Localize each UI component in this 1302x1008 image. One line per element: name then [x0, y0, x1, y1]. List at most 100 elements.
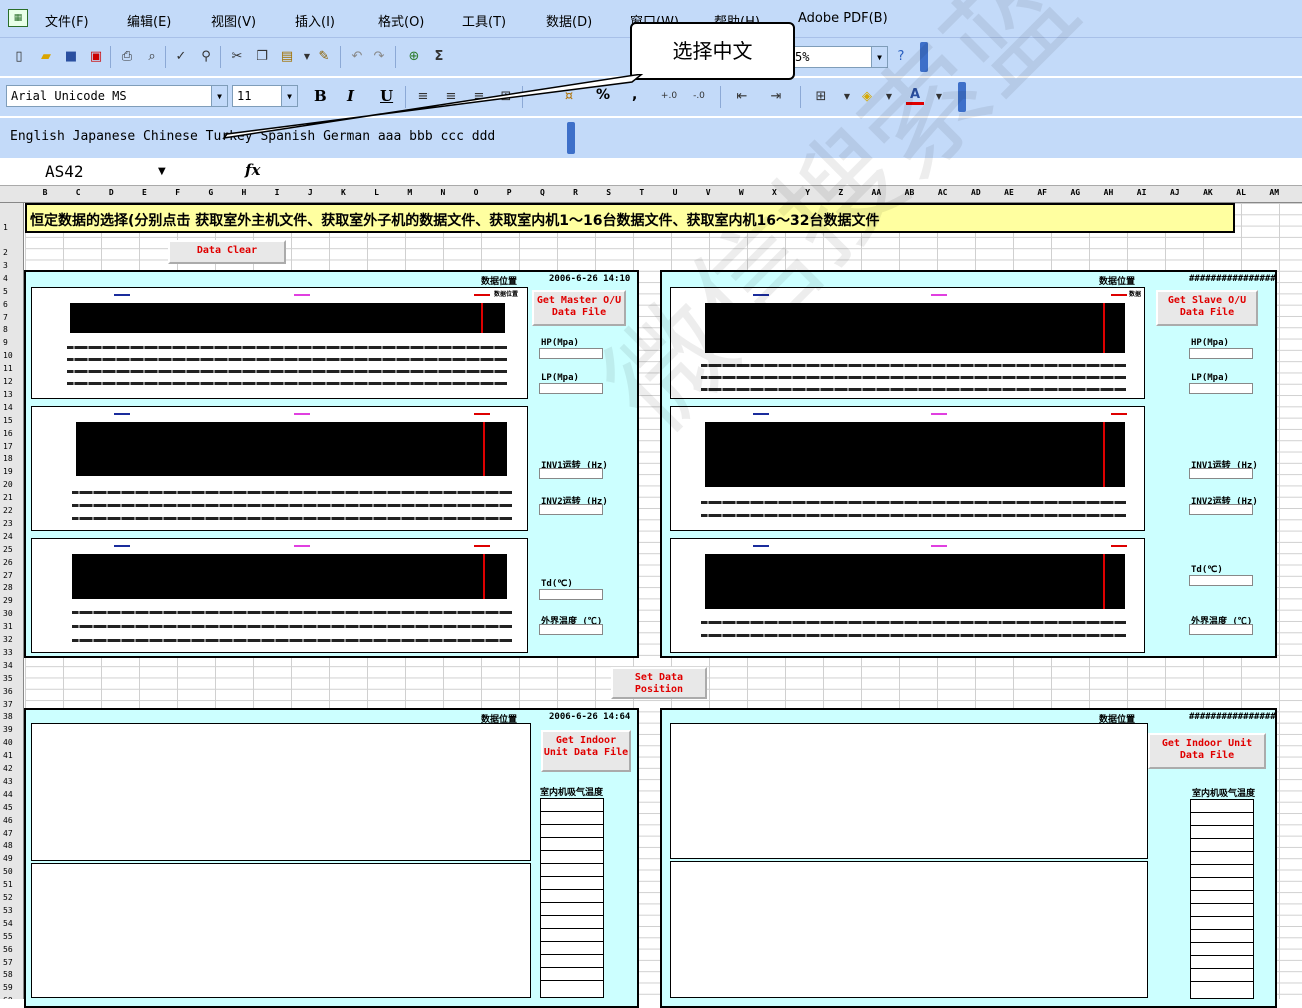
- row-header[interactable]: 51: [3, 880, 13, 889]
- row-header[interactable]: 17: [3, 442, 13, 451]
- row-header[interactable]: 52: [3, 893, 13, 902]
- column-header[interactable]: B: [43, 188, 48, 197]
- data-clear-button[interactable]: Data Clear: [168, 240, 286, 264]
- row-header[interactable]: 32: [3, 635, 13, 644]
- column-header[interactable]: Y: [805, 188, 810, 197]
- row-header[interactable]: 41: [3, 751, 13, 760]
- column-header[interactable]: AK: [1203, 188, 1213, 197]
- column-header[interactable]: G: [208, 188, 213, 197]
- row-header[interactable]: 24: [3, 532, 13, 541]
- font-color-icon[interactable]: A: [906, 87, 924, 105]
- column-header[interactable]: Z: [838, 188, 843, 197]
- row-header[interactable]: 16: [3, 429, 13, 438]
- row-header[interactable]: 20: [3, 480, 13, 489]
- print-preview-icon[interactable]: ⌕: [143, 47, 161, 65]
- new-file-icon[interactable]: ▯: [10, 47, 28, 65]
- column-header[interactable]: C: [76, 188, 81, 197]
- column-header[interactable]: S: [606, 188, 611, 197]
- open-folder-icon[interactable]: ▰: [37, 47, 55, 65]
- row-header[interactable]: 21: [3, 493, 13, 502]
- row-header[interactable]: 44: [3, 790, 13, 799]
- row-header[interactable]: 40: [3, 738, 13, 747]
- research-icon[interactable]: ⚲: [197, 47, 215, 65]
- insert-function-icon[interactable]: fx: [245, 161, 260, 179]
- row-header[interactable]: 54: [3, 919, 13, 928]
- borders-dropdown-icon[interactable]: ▼: [838, 87, 856, 105]
- column-header[interactable]: AI: [1137, 188, 1147, 197]
- row-header[interactable]: 22: [3, 506, 13, 515]
- menu-adobe-pdf[interactable]: Adobe PDF(B): [798, 11, 888, 26]
- menu-format[interactable]: 格式(O): [378, 11, 424, 30]
- column-header[interactable]: AD: [971, 188, 981, 197]
- td-field[interactable]: [1189, 575, 1253, 586]
- get-slave-data-button[interactable]: Get Slave O/U Data File: [1156, 290, 1258, 326]
- row-header[interactable]: 4: [3, 274, 8, 283]
- row-header[interactable]: 14: [3, 403, 13, 412]
- row-header[interactable]: 1: [3, 223, 8, 232]
- row-header[interactable]: 15: [3, 416, 13, 425]
- column-header[interactable]: AJ: [1170, 188, 1180, 197]
- font-name-select[interactable]: Arial Unicode MS ▼: [6, 85, 228, 107]
- column-header[interactable]: O: [474, 188, 479, 197]
- name-box[interactable]: AS42: [45, 162, 84, 181]
- inv2-field[interactable]: [539, 504, 603, 515]
- redo-icon[interactable]: ↷: [370, 47, 388, 65]
- permission-icon[interactable]: ▣: [87, 47, 105, 65]
- row-header[interactable]: 23: [3, 519, 13, 528]
- row-header[interactable]: 35: [3, 674, 13, 683]
- outdoor-temp-field[interactable]: [1189, 624, 1253, 635]
- inv1-field[interactable]: [1189, 468, 1253, 479]
- print-icon[interactable]: ⎙: [118, 47, 136, 65]
- column-header[interactable]: N: [440, 188, 445, 197]
- row-header[interactable]: 18: [3, 454, 13, 463]
- row-header[interactable]: 46: [3, 816, 13, 825]
- copy-icon[interactable]: ❐: [253, 47, 271, 65]
- decrease-indent-icon[interactable]: ⇤: [733, 87, 751, 105]
- column-header[interactable]: AG: [1070, 188, 1080, 197]
- column-header[interactable]: AH: [1104, 188, 1114, 197]
- column-header[interactable]: AF: [1037, 188, 1047, 197]
- column-header[interactable]: J: [308, 188, 313, 197]
- room-temp-list[interactable]: [1190, 799, 1254, 999]
- decrease-decimal-icon[interactable]: -.0: [690, 87, 708, 105]
- save-icon[interactable]: ■: [62, 47, 80, 65]
- row-header[interactable]: 25: [3, 545, 13, 554]
- column-header[interactable]: I: [275, 188, 280, 197]
- chevron-down-icon[interactable]: ▼: [871, 47, 887, 67]
- hyperlink-icon[interactable]: ⊕: [405, 47, 423, 65]
- row-header[interactable]: 19: [3, 467, 13, 476]
- hp-field[interactable]: [1189, 348, 1253, 359]
- column-header[interactable]: AC: [938, 188, 948, 197]
- row-header[interactable]: 58: [3, 970, 13, 979]
- column-header[interactable]: M: [407, 188, 412, 197]
- get-indoor-data-button[interactable]: Get Indoor Unit Data File: [541, 730, 631, 772]
- column-header[interactable]: U: [673, 188, 678, 197]
- row-header[interactable]: 13: [3, 390, 13, 399]
- sheet-title-cell[interactable]: 恒定数据的选择(分别点击 获取室外主机文件、获取室外子机的数据文件、获取室内机1…: [25, 203, 1235, 233]
- inv1-field[interactable]: [539, 468, 603, 479]
- row-header[interactable]: 31: [3, 622, 13, 631]
- row-header[interactable]: 39: [3, 725, 13, 734]
- column-header[interactable]: P: [507, 188, 512, 197]
- row-header[interactable]: 27: [3, 571, 13, 580]
- column-header[interactable]: R: [573, 188, 578, 197]
- inv2-field[interactable]: [1189, 504, 1253, 515]
- zoom-select[interactable]: 5% ▼: [790, 46, 888, 68]
- column-header[interactable]: W: [739, 188, 744, 197]
- column-header[interactable]: H: [242, 188, 247, 197]
- row-header[interactable]: 3: [3, 261, 8, 270]
- column-header[interactable]: L: [374, 188, 379, 197]
- row-header[interactable]: 33: [3, 648, 13, 657]
- row-header[interactable]: 10: [3, 351, 13, 360]
- column-header[interactable]: E: [142, 188, 147, 197]
- get-indoor-data-button[interactable]: Get Indoor Unit Data File: [1148, 733, 1266, 769]
- chevron-down-icon[interactable]: ▼: [158, 166, 166, 177]
- outdoor-temp-field[interactable]: [539, 624, 603, 635]
- row-header[interactable]: 42: [3, 764, 13, 773]
- cut-icon[interactable]: ✂: [228, 47, 246, 65]
- increase-decimal-icon[interactable]: +.0: [660, 87, 678, 105]
- column-header[interactable]: AL: [1236, 188, 1246, 197]
- borders-icon[interactable]: ⊞: [812, 87, 830, 105]
- column-header[interactable]: AM: [1269, 188, 1279, 197]
- row-header[interactable]: 26: [3, 558, 13, 567]
